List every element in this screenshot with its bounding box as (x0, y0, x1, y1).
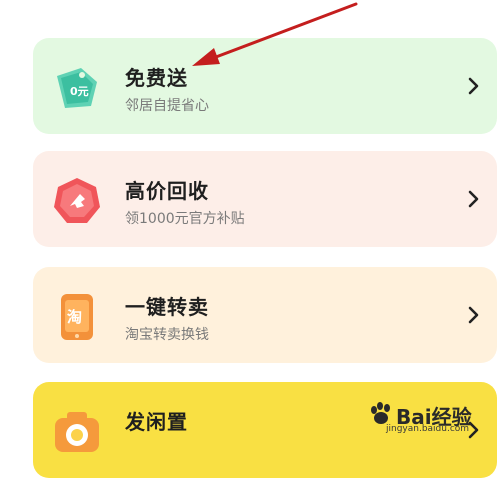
annotation-arrow (192, 2, 358, 66)
watermark-url: jingyan.baidu.com (386, 424, 470, 434)
paw-icon (371, 402, 390, 424)
baidu-jingyan-watermark: Bai经验 jingyan.baidu.com (366, 399, 486, 439)
